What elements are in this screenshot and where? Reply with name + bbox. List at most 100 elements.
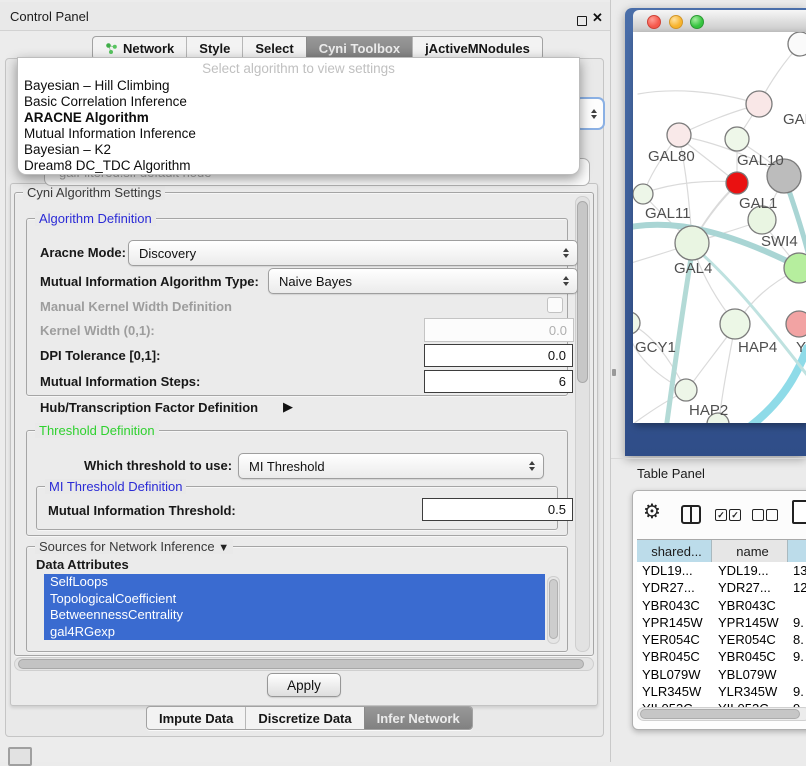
- mi-threshold-value: 0.5: [548, 502, 566, 517]
- table-body: YDL19...YDL19...13YDR27...YDR27...12YBR0…: [637, 562, 806, 707]
- table-cell: [788, 666, 806, 683]
- table-cell: YBR043C: [637, 597, 712, 614]
- deselect-all-checkbox-icon[interactable]: [766, 509, 778, 521]
- deselect-all-checkbox-icon[interactable]: [752, 509, 764, 521]
- minimized-panel-icon[interactable]: [8, 747, 32, 766]
- node-gal10[interactable]: [725, 127, 749, 151]
- mi-steps-field[interactable]: 6: [424, 370, 573, 393]
- network-canvas[interactable]: GALGAL80GAL10GAL1GAL11SWI4GAL4GCY1HAP4YH…: [633, 32, 806, 423]
- tab-cyni-toolbox[interactable]: Cyni Toolbox: [306, 37, 412, 59]
- node-label: GAL1: [739, 195, 777, 212]
- tab-jactivemnodules[interactable]: jActiveMNodules: [412, 37, 542, 59]
- node-top-partial[interactable]: [788, 32, 806, 56]
- select-all-checkbox-icon[interactable]: ✓: [715, 509, 727, 521]
- algorithm-item[interactable]: Dream8 DC_TDC Algorithm: [18, 158, 579, 174]
- sources-group-title: Sources for Network Inference ▼: [35, 539, 233, 554]
- node-pink-right[interactable]: [786, 311, 806, 337]
- node-gcy1[interactable]: [633, 312, 640, 334]
- algorithm-item[interactable]: Bayesian – Hill Climbing: [18, 78, 579, 94]
- node-hap2[interactable]: [675, 379, 697, 401]
- scrollbar-thumb[interactable]: [18, 659, 584, 669]
- node-label: GAL4: [674, 260, 712, 277]
- attribute-item[interactable]: SelfLoops: [44, 574, 545, 591]
- attribute-item[interactable]: TopologicalCoefficient: [44, 591, 545, 608]
- panel-title: Control Panel: [10, 9, 89, 24]
- dpi-tolerance-field[interactable]: 0.0: [424, 344, 573, 367]
- mi-type-combo[interactable]: Naive Bayes: [268, 268, 578, 294]
- table-row[interactable]: YPR145WYPR145W9.: [637, 614, 806, 631]
- tab-network[interactable]: Network: [93, 37, 186, 59]
- algorithm-item[interactable]: Basic Correlation Inference: [18, 94, 579, 110]
- close-button[interactable]: [647, 15, 661, 29]
- settings-group-title: Cyni Algorithm Settings: [23, 185, 165, 200]
- node-gal11[interactable]: [633, 184, 653, 204]
- table-row[interactable]: YER054CYER054C8.: [637, 631, 806, 648]
- which-threshold-value: MI Threshold: [249, 459, 325, 474]
- column-header[interactable]: shared...: [637, 540, 712, 563]
- tab-discretize-data[interactable]: Discretize Data: [245, 707, 363, 729]
- cyni-mode-tabs: Impute DataDiscretize DataInfer Network: [146, 706, 473, 730]
- select-all-checkbox-icon[interactable]: ✓: [729, 509, 741, 521]
- node-gal80[interactable]: [667, 123, 691, 147]
- panel-resize-handle[interactable]: [612, 369, 616, 376]
- kernel-width-label: Kernel Width (0,1):: [40, 323, 155, 338]
- sources-collapse-arrow-icon[interactable]: ▼: [218, 542, 229, 554]
- attribute-item[interactable]: gal4RGexp: [44, 624, 545, 641]
- table-cell: YPR145W: [712, 614, 788, 631]
- table-cell: YDR27...: [637, 579, 712, 596]
- show-columns-icon[interactable]: [681, 505, 701, 524]
- tab-style[interactable]: Style: [186, 37, 242, 59]
- mi-threshold-field[interactable]: 0.5: [422, 498, 573, 521]
- which-threshold-combo[interactable]: MI Threshold: [238, 453, 544, 479]
- manual-kernel-checkbox[interactable]: [547, 297, 563, 313]
- network-edge: [644, 181, 735, 193]
- table-row[interactable]: YBR043CYBR043C: [637, 597, 806, 614]
- attributes-scrollbar[interactable]: [547, 576, 560, 644]
- table-cell: YIL052C: [637, 700, 712, 707]
- scrollbar-thumb[interactable]: [549, 579, 558, 639]
- network-window-titlebar[interactable]: [633, 10, 806, 33]
- table-row[interactable]: YBR045CYBR045C9.: [637, 648, 806, 665]
- table-cell: YIL052C: [712, 700, 788, 707]
- algorithm-item[interactable]: Mutual Information Inference: [18, 126, 579, 142]
- minimize-button[interactable]: [669, 15, 683, 29]
- control-panel: Control Panel ✕ NetworkStyleSelectCyni T…: [0, 0, 611, 762]
- column-header[interactable]: [788, 540, 806, 563]
- settings-horizontal-scrollbar[interactable]: [14, 657, 594, 671]
- table-horizontal-scrollbar[interactable]: [637, 707, 806, 721]
- settings-vertical-scrollbar[interactable]: [575, 196, 590, 652]
- node-red[interactable]: [726, 172, 748, 194]
- node-gal4[interactable]: [675, 226, 709, 260]
- table-row[interactable]: YLR345WYLR345W9.: [637, 683, 806, 700]
- tab-select[interactable]: Select: [242, 37, 305, 59]
- zoom-button[interactable]: [690, 15, 704, 29]
- node-green-right[interactable]: [784, 253, 806, 283]
- tab-impute-data[interactable]: Impute Data: [147, 707, 245, 729]
- algorithm-item[interactable]: Bayesian – K2: [18, 142, 579, 158]
- table-row[interactable]: YIL052CYIL052C9.: [637, 700, 806, 707]
- close-icon[interactable]: ✕: [592, 10, 603, 26]
- aracne-mode-combo[interactable]: Discovery: [128, 240, 578, 266]
- column-header[interactable]: name: [712, 540, 788, 563]
- scrollbar-thumb[interactable]: [640, 709, 800, 719]
- gear-icon[interactable]: ⚙: [643, 502, 661, 522]
- export-table-icon[interactable]: [792, 500, 806, 524]
- algorithm-item[interactable]: ARACNE Algorithm: [18, 110, 579, 126]
- mi-steps-label: Mutual Information Steps:: [40, 374, 200, 389]
- apply-button[interactable]: Apply: [267, 673, 341, 697]
- kernel-width-field[interactable]: 0.0: [424, 318, 574, 342]
- table-row[interactable]: YBL079WYBL079W: [637, 666, 806, 683]
- node-hap4[interactable]: [720, 309, 750, 339]
- scrollbar-thumb[interactable]: [577, 201, 588, 383]
- node-gal-top[interactable]: [746, 91, 772, 117]
- tab-infer-network[interactable]: Infer Network: [364, 707, 472, 729]
- attribute-item[interactable]: BetweennessCentrality: [44, 607, 545, 624]
- float-window-icon[interactable]: [577, 16, 587, 26]
- table-cell: 12: [788, 579, 806, 596]
- table-row[interactable]: YDR27...YDR27...12: [637, 579, 806, 596]
- aracne-mode-label: Aracne Mode:: [40, 245, 126, 260]
- table-row[interactable]: YDL19...YDL19...13: [637, 562, 806, 579]
- hub-expand-arrow-icon[interactable]: ▶: [283, 399, 293, 415]
- table-cell: YBL079W: [712, 666, 788, 683]
- table-cell: 9.: [788, 683, 806, 700]
